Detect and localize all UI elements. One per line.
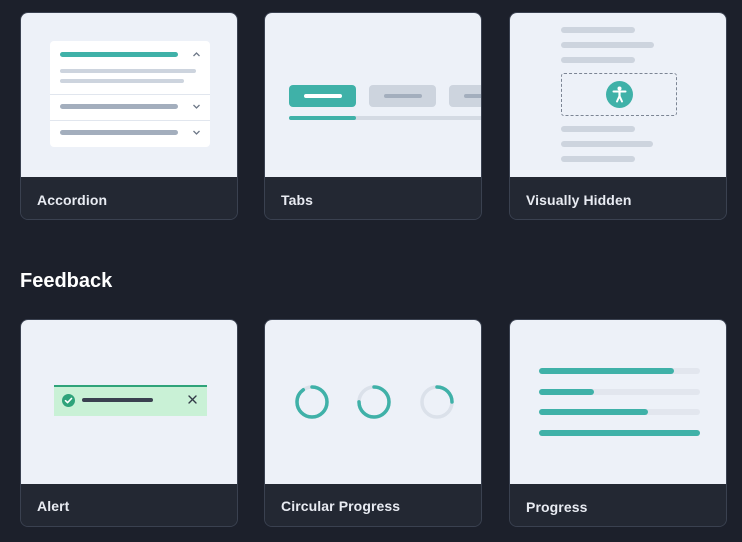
card-circular-progress[interactable]: Circular Progress xyxy=(264,319,482,527)
hidden-region xyxy=(561,73,677,116)
card-accordion[interactable]: Accordion xyxy=(20,12,238,220)
chevron-up-icon xyxy=(192,50,201,61)
card-footer: Visually Hidden xyxy=(510,177,726,219)
visually-hidden-preview xyxy=(510,13,726,177)
circular-progress-indicator xyxy=(420,385,454,419)
card-label: Visually Hidden xyxy=(526,192,632,208)
text-line xyxy=(561,126,635,132)
alert-preview xyxy=(21,320,237,484)
circular-progress-indicator xyxy=(295,385,329,419)
tab-inactive xyxy=(449,85,481,107)
accordion-preview xyxy=(21,13,237,177)
text-line xyxy=(561,42,654,48)
progress-track xyxy=(539,430,700,436)
tab-active xyxy=(289,85,356,107)
chevron-down-icon xyxy=(192,128,201,139)
accordion-divider xyxy=(50,120,210,121)
progress-track xyxy=(539,368,700,374)
text-line xyxy=(561,141,653,147)
card-footer: Accordion xyxy=(21,177,237,219)
circular-progress-preview xyxy=(265,320,481,484)
accordion-header-bar-active xyxy=(60,52,178,57)
text-line xyxy=(561,27,635,33)
progress-fill xyxy=(539,430,700,436)
accordion-header-bar xyxy=(60,130,178,135)
progress-track xyxy=(539,389,700,395)
card-label: Circular Progress xyxy=(281,498,401,514)
accordion-divider xyxy=(50,94,210,95)
progress-fill xyxy=(539,389,594,395)
accordion-illustration xyxy=(50,41,210,147)
tab-label-line xyxy=(464,94,481,98)
progress-fill xyxy=(539,368,675,374)
check-circle-icon xyxy=(62,394,75,407)
progress-preview xyxy=(510,320,726,484)
card-footer: Circular Progress xyxy=(265,484,481,526)
tab-label-line xyxy=(384,94,422,98)
alert-illustration xyxy=(54,385,207,416)
card-label: Alert xyxy=(37,498,70,514)
text-line xyxy=(561,57,635,63)
circular-progress-indicator xyxy=(357,385,391,419)
card-progress[interactable]: Progress xyxy=(509,319,727,527)
tab-indicator xyxy=(289,116,356,120)
card-visually-hidden[interactable]: Visually Hidden xyxy=(509,12,727,220)
tab-active-label-line xyxy=(304,94,342,98)
card-label: Tabs xyxy=(281,192,314,208)
card-alert[interactable]: Alert xyxy=(20,319,238,527)
card-label: Accordion xyxy=(37,192,108,208)
chevron-down-icon xyxy=(192,102,201,113)
card-footer: Tabs xyxy=(265,177,481,219)
accordion-content-line xyxy=(60,69,196,73)
components-page: Accordion Tabs Visually Hidden Feedback … xyxy=(0,0,742,542)
accessibility-icon xyxy=(606,81,633,108)
card-tabs[interactable]: Tabs xyxy=(264,12,482,220)
accordion-content-line xyxy=(60,79,184,83)
accordion-header-bar xyxy=(60,104,178,109)
card-footer: Progress xyxy=(510,484,726,526)
alert-message-line xyxy=(82,398,153,402)
section-title-feedback: Feedback xyxy=(20,270,113,292)
tab-inactive xyxy=(369,85,436,107)
tabs-preview xyxy=(265,13,481,177)
progress-track xyxy=(539,409,700,415)
text-line xyxy=(561,156,635,162)
card-footer: Alert xyxy=(21,484,237,526)
progress-fill xyxy=(539,409,649,415)
close-icon xyxy=(187,392,198,408)
circular-progress-arc xyxy=(295,385,329,419)
card-label: Progress xyxy=(526,499,588,515)
